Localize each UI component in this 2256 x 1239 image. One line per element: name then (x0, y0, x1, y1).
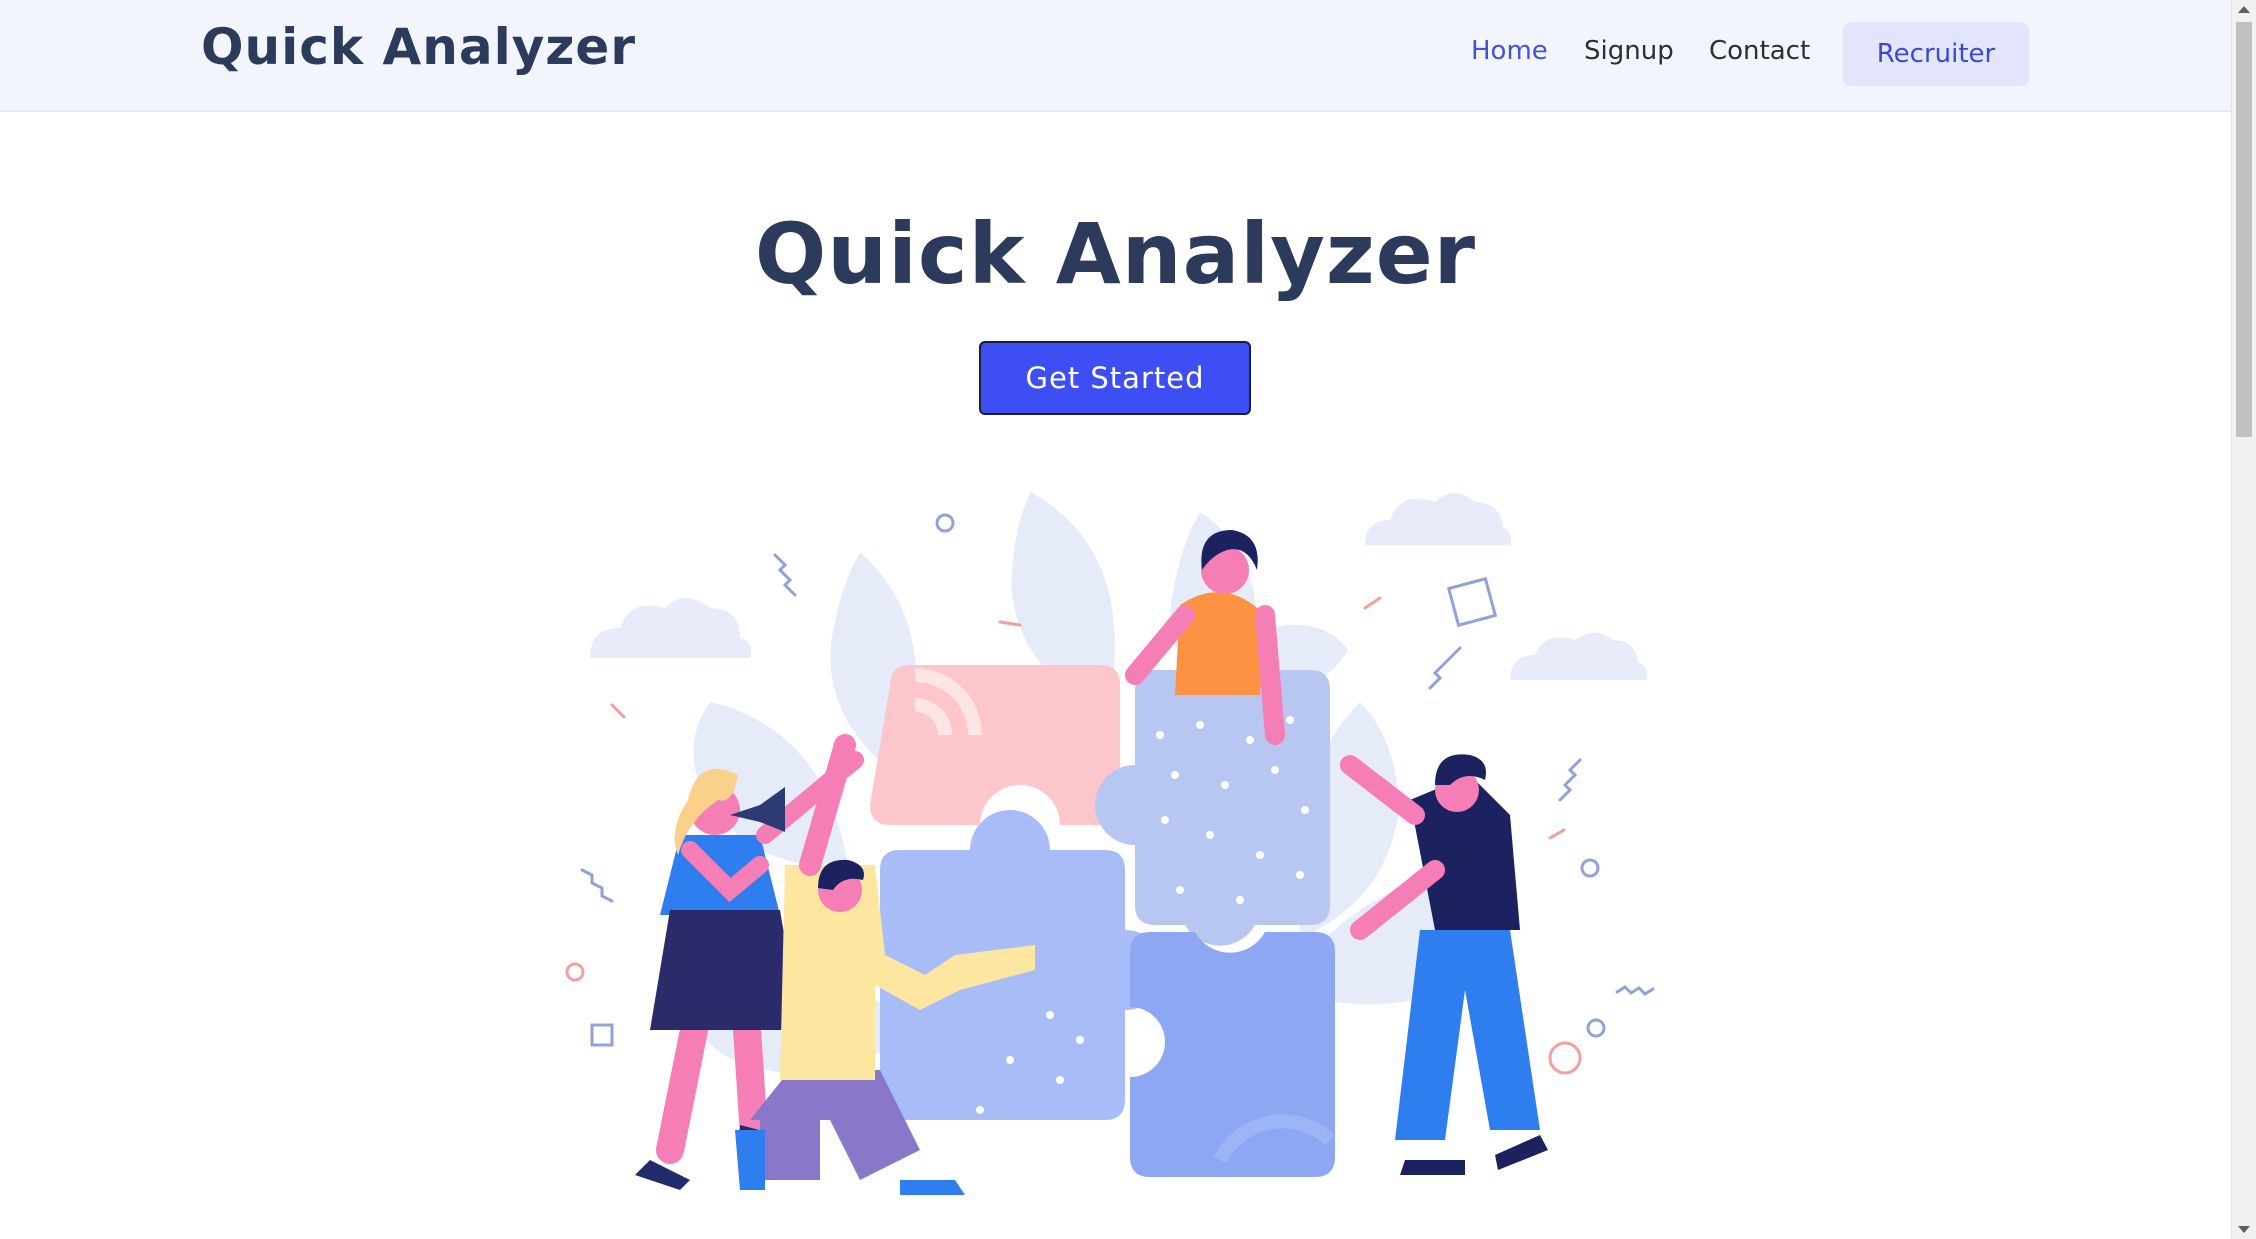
top-navbar: Quick Analyzer Home Signup Contact Recru… (0, 0, 2231, 112)
recruiter-button[interactable]: Recruiter (1843, 22, 2029, 86)
page-scrollbar[interactable] (2231, 0, 2256, 1239)
puzzle-pieces (870, 665, 1335, 1177)
brand-logo-text[interactable]: Quick Analyzer (201, 18, 636, 76)
nav-contact-link[interactable]: Contact (1709, 36, 1810, 66)
scroll-down-arrow-icon[interactable] (2238, 1226, 2250, 1233)
scroll-up-arrow-icon[interactable] (2238, 6, 2250, 13)
nav-signup-link[interactable]: Signup (1584, 36, 1674, 66)
hero-title: Quick Analyzer (754, 205, 1477, 303)
get-started-button[interactable]: Get Started (979, 341, 1251, 415)
scroll-thumb[interactable] (2236, 22, 2252, 437)
nav-home-link[interactable]: Home (1471, 36, 1548, 66)
team-puzzle-illustration (565, 487, 1655, 1195)
